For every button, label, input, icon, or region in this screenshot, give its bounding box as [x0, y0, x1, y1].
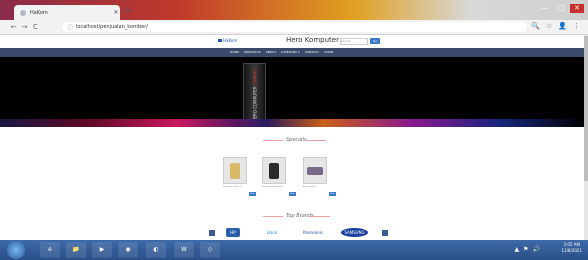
product-name: Samsung Galaxy J7	[223, 186, 243, 188]
product-buy-button[interactable]: Buy	[329, 192, 336, 196]
brand-logo-hp[interactable]: HP	[226, 228, 240, 237]
taskbar-firefox-icon[interactable]: ◉	[118, 242, 138, 258]
banner-product-text: HERO COMPUTER	[252, 86, 257, 122]
site-search-button[interactable]: Go	[370, 38, 380, 44]
info-icon[interactable]: ⓘ	[67, 23, 73, 32]
back-button[interactable]: ←	[8, 23, 19, 31]
menu-kebab-icon[interactable]: ⋮	[573, 22, 580, 30]
bookmark-star-icon[interactable]: ☆	[546, 22, 552, 30]
brands-line-left	[263, 216, 283, 217]
product-card[interactable]: Asus Laptop Buy	[303, 157, 336, 196]
taskbar-explorer-icon[interactable]: 📁	[66, 242, 86, 258]
maximize-button[interactable]: ▢	[554, 4, 568, 13]
page-scrollbar-thumb[interactable]	[584, 36, 588, 181]
brands-line-right	[310, 216, 330, 217]
site-header: HaKom Hero Komputer Search Go	[0, 35, 588, 48]
close-window-button[interactable]: ✕	[570, 4, 584, 13]
product-image[interactable]	[303, 157, 327, 184]
product-buy-button[interactable]: Buy	[289, 192, 296, 196]
site-brand-title: Hero Komputer	[286, 36, 339, 44]
banner-product-box: HERO COMPUTER GAMING	[243, 63, 266, 127]
url-text: localhost/penjualan_komber/	[76, 24, 148, 30]
new-tab-button[interactable]: +	[123, 7, 133, 17]
brand-logo-samsung[interactable]: SAMSUNG	[341, 228, 368, 237]
site-logo[interactable]: HaKom	[218, 38, 237, 43]
product-card[interactable]: Smartphone Android Buy	[262, 157, 296, 196]
profile-icon[interactable]: 👤	[558, 22, 567, 30]
taskbar-chrome-icon[interactable]: ◐	[146, 242, 166, 258]
nav-login[interactable]: LOGIN	[324, 48, 333, 57]
specials-title: Specials	[286, 137, 307, 143]
tray-flag-icon[interactable]: ⚑	[523, 242, 528, 258]
system-tray: ▲ ⚑ 🔊	[515, 242, 541, 258]
reload-button[interactable]: C	[30, 23, 41, 31]
taskbar-clock[interactable]: 3:05 AM 11/8/2021	[561, 242, 582, 254]
tray-volume-icon[interactable]: 🔊	[533, 242, 540, 258]
site-search-input[interactable]: Search	[340, 38, 368, 45]
hero-banner: HERO COMPUTER GAMING	[0, 57, 588, 127]
start-button[interactable]	[7, 241, 25, 259]
taskbar-media-icon[interactable]: ▶	[92, 242, 112, 258]
brand-logo-panasonic[interactable]: Panasonic	[300, 228, 326, 237]
nav-home[interactable]: HOME	[230, 48, 239, 57]
site-nav-bar: HOME PRODUCTS ABOUT CATEGORY ▾ CONTACT L…	[0, 48, 588, 57]
minimize-button[interactable]: —	[538, 4, 552, 13]
banner-light-strip	[0, 119, 588, 127]
tray-expand-icon[interactable]: ▲	[515, 242, 520, 258]
windows-taskbar: e 📁 ▶ ◉ ◐ W ◇ ▲ ⚑ 🔊 3:05 AM 11/8/2021	[0, 240, 588, 260]
clock-date: 11/8/2021	[561, 248, 582, 253]
screen: HaKom ✕ + — ▢ ✕ ← → C ⓘ localhost/penjua…	[0, 0, 588, 260]
banner-product-accent: GAMING	[252, 68, 257, 86]
favicon-icon	[20, 9, 26, 16]
address-bar-row: ← → C ⓘ localhost/penjualan_komber/ 🔍 ☆ …	[0, 20, 588, 35]
specials-line-right	[306, 140, 326, 141]
browser-tab-bar: HaKom ✕ + — ▢ ✕	[0, 0, 588, 20]
specials-line-left	[263, 140, 283, 141]
nav-contact[interactable]: CONTACT	[305, 48, 319, 57]
close-tab-icon[interactable]: ✕	[112, 9, 120, 16]
taskbar-app-icon[interactable]: ◇	[200, 242, 220, 258]
product-buy-button[interactable]: Buy	[249, 192, 256, 196]
product-card[interactable]: Samsung Galaxy J7 Buy	[223, 157, 256, 196]
browser-tab[interactable]: HaKom ✕	[14, 5, 120, 20]
carousel-prev-button[interactable]	[209, 230, 215, 236]
taskbar-word-icon[interactable]: W	[174, 242, 194, 258]
product-name: Asus Laptop	[303, 186, 316, 188]
taskbar-ie-icon[interactable]: e	[40, 242, 60, 258]
nav-about[interactable]: ABOUT	[266, 48, 276, 57]
forward-button[interactable]: →	[19, 23, 30, 31]
nav-category-dropdown[interactable]: CATEGORY ▾	[281, 48, 300, 57]
window-controls: — ▢ ✕	[538, 4, 584, 13]
carousel-next-button[interactable]	[382, 230, 388, 236]
tab-title: HaKom	[30, 9, 48, 16]
product-image[interactable]	[262, 157, 286, 184]
url-input[interactable]: ⓘ localhost/penjualan_komber/	[62, 22, 527, 32]
nav-products[interactable]: PRODUCTS	[244, 48, 261, 57]
brand-logo-cisco[interactable]: cisco	[262, 228, 282, 237]
zoom-icon[interactable]: 🔍	[531, 22, 540, 30]
product-name: Smartphone Android	[262, 186, 283, 188]
toolbar-icons: 🔍 ☆ 👤 ⋮	[531, 22, 580, 30]
product-image[interactable]	[223, 157, 247, 184]
